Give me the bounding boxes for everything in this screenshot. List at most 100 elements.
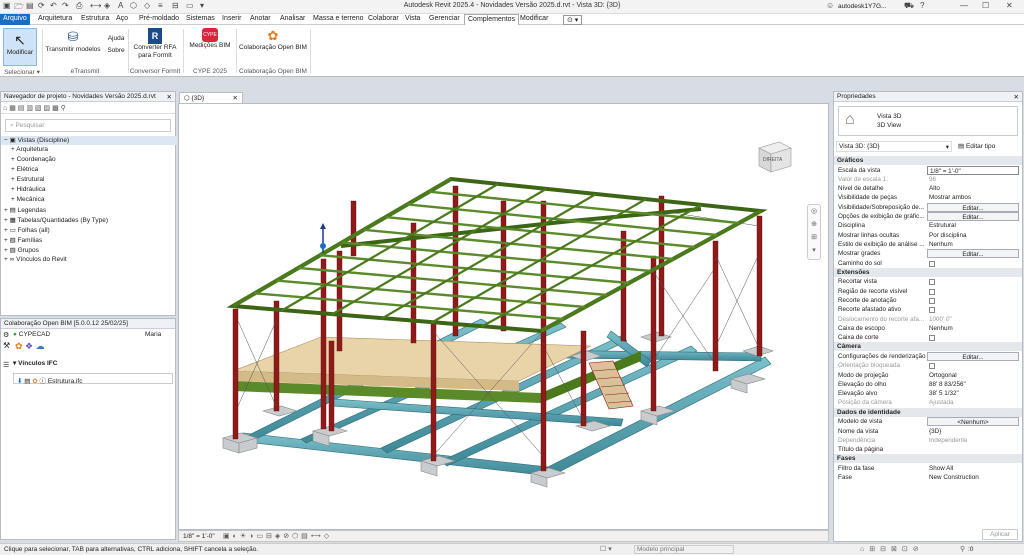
property-category[interactable]: Gráficos bbox=[834, 156, 1022, 165]
menu-modificar[interactable]: Modificar bbox=[520, 15, 548, 22]
property-value[interactable]: 1000' 0" bbox=[927, 315, 1019, 324]
menu-gerenciar[interactable]: Gerenciar bbox=[429, 15, 460, 22]
close-icon[interactable]: ✕ bbox=[1006, 1, 1013, 10]
property-value[interactable]: Alto bbox=[927, 184, 1019, 193]
menu-estrutura[interactable]: Estrutura bbox=[81, 15, 109, 22]
property-checkbox[interactable] bbox=[929, 260, 935, 267]
ifc-link-row[interactable]: ⬇ ▤ ✿ ⓘ Estrutura.ifc bbox=[13, 373, 173, 385]
settings-icon[interactable]: ⚙ bbox=[3, 331, 9, 339]
property-value[interactable]: Ortogonal bbox=[927, 371, 1019, 380]
close-icon[interactable]: ✕ bbox=[1014, 93, 1019, 101]
worksets-icon[interactable]: ☐ ▾ bbox=[600, 545, 612, 553]
menu-analisar[interactable]: Analisar bbox=[280, 15, 305, 22]
steering-wheel-icon[interactable]: ◎ bbox=[808, 205, 820, 218]
transmitir-modelos-button[interactable]: ⛁ Transmitir modelos bbox=[44, 28, 102, 54]
menu-pre-moldado[interactable]: Pré-moldado bbox=[139, 15, 179, 22]
property-value[interactable] bbox=[927, 305, 1019, 314]
close-icon[interactable]: ✕ bbox=[167, 93, 172, 101]
tree-item-familias[interactable]: + ▧ Famílias bbox=[4, 236, 42, 244]
cart-icon[interactable]: ⛟ bbox=[904, 1, 914, 11]
help-icon[interactable]: ? bbox=[920, 1, 924, 10]
property-value[interactable]: 1/8" = 1'-0" bbox=[927, 165, 1019, 175]
tree-item-legendas[interactable]: + ▤ Legendas bbox=[4, 206, 46, 214]
ribbon-options-icon[interactable]: ⊙ ▾ bbox=[563, 15, 583, 25]
user-name[interactable]: autodesk1Y7G... bbox=[838, 3, 886, 10]
medicoes-bim-button[interactable]: CYPE Medições BIM bbox=[185, 28, 235, 50]
section-box-gizmo[interactable] bbox=[320, 223, 326, 253]
sheets-icon[interactable]: ▤ bbox=[18, 105, 25, 112]
property-value[interactable] bbox=[927, 445, 1019, 454]
menu-anotar[interactable]: Anotar bbox=[250, 15, 271, 22]
user-icon[interactable]: ☺ bbox=[826, 1, 834, 10]
view-cube[interactable]: DIREITA bbox=[755, 136, 795, 176]
modificar-button[interactable]: ↖ Modificar bbox=[3, 28, 37, 66]
tree-item-vistas[interactable]: − ▣ Vistas (Discipline) bbox=[1, 136, 177, 145]
views-icon[interactable]: ▦ bbox=[9, 105, 16, 112]
property-checkbox[interactable] bbox=[929, 297, 935, 304]
menu-aco[interactable]: Aço bbox=[116, 15, 128, 22]
tree-item-estrutural[interactable]: + Estrutural bbox=[11, 176, 44, 183]
property-checkbox[interactable] bbox=[929, 307, 935, 314]
home-icon[interactable]: ⌂ bbox=[3, 105, 7, 112]
tree-item-arquitetura[interactable]: + Arquitetura bbox=[11, 146, 48, 153]
property-value[interactable]: 96 bbox=[927, 175, 1019, 184]
minimize-icon[interactable]: — bbox=[960, 1, 968, 10]
property-value[interactable]: Por disciplina bbox=[927, 231, 1019, 240]
view-control-icons[interactable]: ▣◐☀◑▭⊟◈⊘⬡▤⟷◇ bbox=[223, 532, 332, 540]
search-input[interactable]: ⌕ Pesquisar bbox=[5, 119, 171, 132]
menu-colaborar[interactable]: Colaborar bbox=[368, 15, 399, 22]
menu-inserir[interactable]: Inserir bbox=[222, 15, 241, 22]
property-value[interactable]: Mostrar ambos bbox=[927, 193, 1019, 202]
converter-rfa-button[interactable]: R Converter RFA para FormIt bbox=[130, 28, 180, 60]
instance-filter-dropdown[interactable]: Vista 3D: {3D} ▾ bbox=[836, 141, 952, 152]
tree-item-tabelas[interactable]: + ▦ Tabelas/Quantidades (By Type) bbox=[4, 216, 108, 224]
property-value[interactable]: Editar... bbox=[927, 249, 1019, 259]
menu-arquitetura[interactable]: Arquitetura bbox=[38, 15, 72, 22]
property-value[interactable]: Editar... bbox=[927, 212, 1019, 221]
colaboracao-open-bim-button[interactable]: ✿ Colaboração Open BIM bbox=[238, 28, 308, 52]
filter-icon[interactable]: ⚲ bbox=[61, 105, 66, 112]
close-icon[interactable]: ✕ bbox=[233, 94, 238, 102]
tree-item-vinculos[interactable]: + ∞ Vínculos do Revit bbox=[4, 256, 67, 263]
apply-button[interactable]: Aplicar bbox=[982, 529, 1018, 540]
property-category[interactable]: Fases bbox=[834, 454, 1022, 464]
property-value[interactable]: Editar... bbox=[927, 351, 1019, 361]
property-checkbox[interactable] bbox=[929, 335, 935, 342]
view-3d-canvas[interactable]: DIREITA ◎ ⊕ ⊞ ▾ bbox=[178, 103, 829, 530]
property-value[interactable]: {3D} bbox=[927, 427, 1019, 436]
tab-3d[interactable]: ⬡ {3D} ✕ bbox=[179, 92, 243, 103]
property-value[interactable]: 38' 5 1/32" bbox=[927, 389, 1019, 398]
selecionar-dropdown[interactable]: Selecionar ▾ bbox=[2, 68, 42, 76]
property-value[interactable]: Nenhum bbox=[927, 240, 1019, 249]
filter-icon[interactable]: ⚲ bbox=[960, 545, 965, 553]
groups-icon[interactable]: ▨ bbox=[44, 105, 51, 112]
tree-item-grupos[interactable]: + ▨ Grupos bbox=[4, 246, 39, 254]
property-value[interactable]: Editar... bbox=[927, 202, 1019, 212]
tree-item-eletrica[interactable]: + Elétrica bbox=[11, 166, 38, 173]
property-value[interactable] bbox=[927, 333, 1019, 342]
maximize-icon[interactable]: ☐ bbox=[982, 1, 989, 10]
property-checkbox[interactable] bbox=[929, 288, 935, 295]
links-icon[interactable]: ▩ bbox=[52, 105, 59, 112]
property-value[interactable]: Ajustada bbox=[927, 398, 1019, 407]
tools-icon[interactable]: ⚒ bbox=[3, 341, 10, 350]
type-selector[interactable]: ⌂ Vista 3D 3D View bbox=[838, 106, 1018, 136]
property-value[interactable]: New Construction bbox=[927, 473, 1019, 482]
property-category[interactable]: Extensões bbox=[834, 267, 1022, 277]
options-icon[interactable]: ▾ bbox=[808, 244, 820, 257]
share-icon[interactable]: ❖ bbox=[25, 341, 33, 351]
cloud-icon[interactable]: ☁ bbox=[36, 341, 45, 351]
tree-item-folhas[interactable]: + ▭ Folhas (all) bbox=[4, 226, 50, 234]
property-value[interactable] bbox=[927, 287, 1019, 296]
design-option-dropdown[interactable]: Modelo principal bbox=[634, 545, 734, 554]
selection-filter-icons[interactable]: ⌂⊞⊟⊠⊡⊘ bbox=[860, 545, 924, 553]
property-value[interactable]: Show All bbox=[927, 464, 1019, 473]
property-category[interactable]: Dados de identidade bbox=[834, 407, 1022, 417]
zoom-extents-icon[interactable]: ⊞ bbox=[808, 231, 820, 244]
property-value[interactable] bbox=[927, 361, 1019, 370]
list-icon[interactable]: ☰ bbox=[3, 361, 9, 369]
tree-item-coordenacao[interactable]: + Coordenação bbox=[11, 156, 56, 163]
zoom-icon[interactable]: ⊕ bbox=[808, 218, 820, 231]
tree-item-hidraulica[interactable]: + Hidráulica bbox=[11, 186, 46, 193]
property-checkbox[interactable] bbox=[929, 363, 935, 370]
